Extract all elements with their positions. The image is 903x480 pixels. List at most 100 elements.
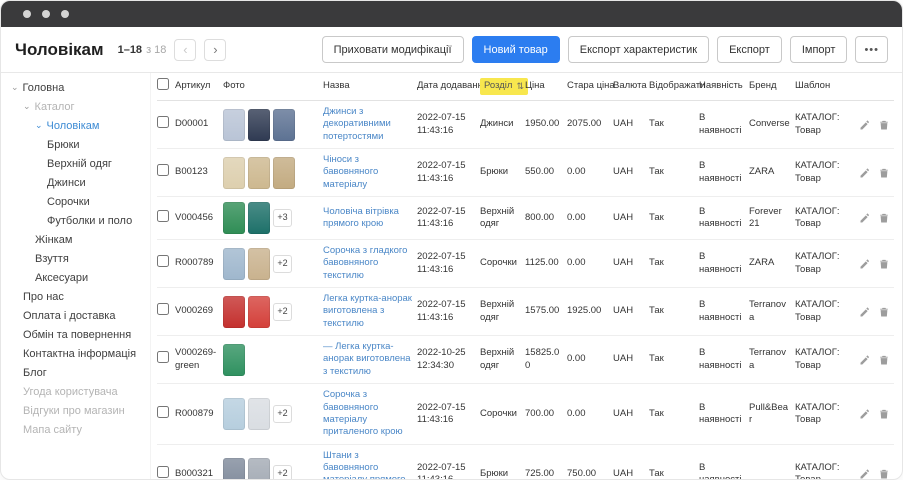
sidebar-item[interactable]: ⌄Каталог (9, 98, 146, 117)
delete-icon[interactable] (878, 408, 890, 420)
edit-icon[interactable] (859, 212, 871, 224)
sorted-column-header[interactable]: Розділ ⇅ (480, 78, 528, 94)
brand-cell: Forever 21 (749, 201, 795, 236)
sidebar-item[interactable]: Контактна інформація (9, 345, 146, 364)
product-name-link[interactable]: Легка куртка-анорак виготовлена з тексти… (323, 293, 412, 329)
sidebar-item-label: Жінкам (35, 231, 72, 250)
export-button[interactable]: Експорт (717, 36, 782, 63)
sku-cell: R000789 (175, 252, 223, 274)
sidebar-item[interactable]: Футболки и поло (9, 212, 146, 231)
delete-icon[interactable] (878, 119, 890, 131)
delete-icon[interactable] (878, 167, 890, 179)
delete-icon[interactable] (878, 354, 890, 366)
row-checkbox[interactable] (157, 406, 169, 418)
sidebar-item[interactable]: Джинси (9, 174, 146, 193)
currency-cell: UAH (613, 348, 649, 370)
delete-icon[interactable] (878, 468, 890, 479)
window-dot-icon[interactable] (61, 10, 69, 18)
brand-cell: Terranova (749, 294, 795, 329)
window-dot-icon[interactable] (23, 10, 31, 18)
row-checkbox[interactable] (157, 210, 169, 222)
sidebar-item[interactable]: Обмін та повернення (9, 326, 146, 345)
sidebar-item[interactable]: ⌄Чоловікам (9, 117, 146, 136)
currency-cell: UAH (613, 113, 649, 135)
table-row: R000879 +2 Сорочка з бавовняного матеріа… (157, 384, 894, 444)
edit-icon[interactable] (859, 119, 871, 131)
export-characteristics-button[interactable]: Експорт характеристик (568, 36, 709, 63)
sidebar-item[interactable]: Угода користувача (9, 383, 146, 402)
column-header-name[interactable]: Назва (323, 75, 417, 97)
sidebar-item[interactable]: Блог (9, 364, 146, 383)
display-cell: Так (649, 403, 699, 425)
sidebar-item[interactable]: Про нас (9, 288, 146, 307)
column-header-brand[interactable]: Бренд (749, 75, 795, 97)
window-titlebar (1, 1, 902, 27)
delete-icon[interactable] (878, 212, 890, 224)
column-header-date[interactable]: Дата додавання (417, 75, 480, 97)
column-header-sku[interactable]: Артикул (175, 75, 223, 97)
column-header-photo[interactable]: Фото (223, 75, 323, 97)
column-header-template[interactable]: Шаблон (795, 75, 853, 97)
pagination-next-button[interactable]: › (204, 39, 226, 61)
edit-icon[interactable] (859, 408, 871, 420)
availability-cell: В наявності (699, 294, 749, 329)
edit-icon[interactable] (859, 167, 871, 179)
product-name-link[interactable]: Джинси з декоративними потертостями (323, 106, 391, 142)
column-header-price[interactable]: Ціна (525, 75, 567, 97)
availability-cell: В наявності (699, 246, 749, 281)
edit-icon[interactable] (859, 468, 871, 479)
delete-icon[interactable] (878, 306, 890, 318)
price-cell: 800.00 (525, 207, 567, 229)
row-checkbox[interactable] (157, 255, 169, 267)
column-header-display[interactable]: Відображати (649, 75, 699, 97)
row-checkbox[interactable] (157, 351, 169, 363)
new-product-button[interactable]: Новий товар (472, 36, 560, 63)
hide-modifications-button[interactable]: Приховати модифікації (322, 36, 464, 63)
sidebar-item-label: Джинси (47, 174, 86, 193)
product-photo (223, 458, 245, 479)
more-actions-button[interactable]: ••• (855, 36, 888, 63)
row-checkbox[interactable] (157, 303, 169, 315)
product-name-link[interactable]: Чіноси з бавовняного матеріалу (323, 154, 378, 190)
edit-icon[interactable] (859, 306, 871, 318)
sidebar-item[interactable]: Сорочки (9, 193, 146, 212)
delete-icon[interactable] (878, 258, 890, 270)
chevron-down-icon: ⌄ (11, 83, 19, 92)
product-name-link[interactable]: Сорочка з гладкого бавовняного текстилю (323, 245, 407, 281)
product-name-link[interactable]: Штани з бавовняного матеріалу прямого кр… (323, 450, 406, 479)
sidebar-item[interactable]: Аксесуари (9, 269, 146, 288)
currency-cell: UAH (613, 207, 649, 229)
column-header-availability[interactable]: Наявність (699, 75, 749, 97)
section-cell: Брюки (480, 161, 525, 183)
import-button[interactable]: Імпорт (790, 36, 848, 63)
brand-cell: Converse (749, 113, 795, 135)
product-name-link[interactable]: Сорочка з бавовняного матеріалу притален… (323, 389, 403, 437)
pagination-prev-button[interactable]: ‹ (174, 39, 196, 61)
window-dot-icon[interactable] (42, 10, 50, 18)
edit-icon[interactable] (859, 354, 871, 366)
column-header-currency[interactable]: Валюта (613, 75, 649, 97)
row-checkbox[interactable] (157, 164, 169, 176)
product-photo (248, 157, 270, 189)
sidebar-item[interactable]: Відгуки про магазин (9, 402, 146, 421)
sidebar-item[interactable]: Мапа сайту (9, 421, 146, 440)
product-name-link[interactable]: Чоловіча вітрівка прямого крою (323, 206, 399, 229)
sort-icon: ⇅ (516, 81, 524, 93)
display-cell: Так (649, 161, 699, 183)
row-checkbox[interactable] (157, 466, 169, 478)
photo-cell (223, 104, 323, 146)
row-checkbox[interactable] (157, 116, 169, 128)
column-header-old-price[interactable]: Стара ціна (567, 75, 613, 97)
sidebar-item[interactable]: Верхній одяг (9, 155, 146, 174)
sidebar-item[interactable]: ⌄Головна (9, 79, 146, 98)
edit-icon[interactable] (859, 258, 871, 270)
price-cell: 700.00 (525, 403, 567, 425)
select-all-checkbox[interactable] (157, 78, 169, 90)
sidebar-item[interactable]: Оплата і доставка (9, 307, 146, 326)
product-name-link[interactable]: — Легка куртка-анорак виготовлена з текс… (323, 341, 411, 377)
sku-cell: R000879 (175, 403, 223, 425)
sidebar-item[interactable]: Жінкам (9, 231, 146, 250)
sidebar-item[interactable]: Брюки (9, 136, 146, 155)
sidebar-item[interactable]: Взуття (9, 250, 146, 269)
photo-cell (223, 339, 323, 381)
